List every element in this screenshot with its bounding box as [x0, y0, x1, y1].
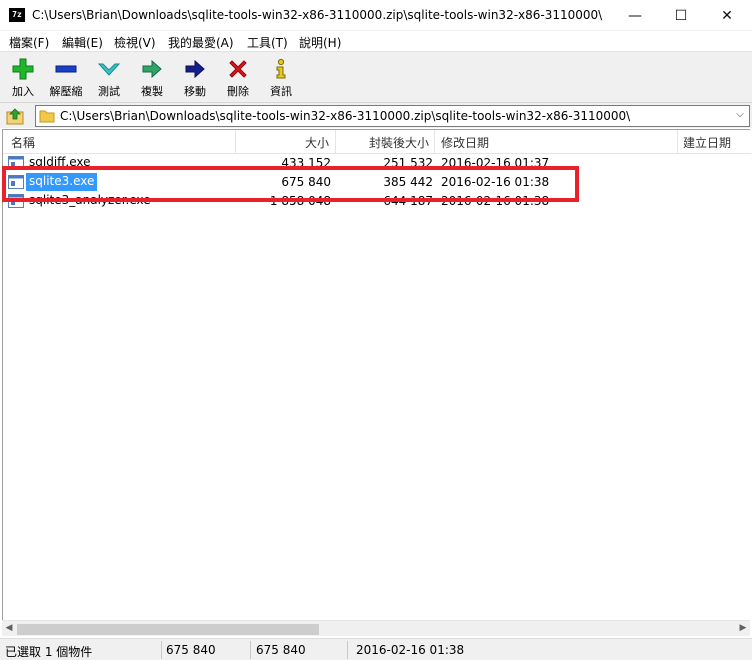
minimize-button[interactable]: — — [612, 0, 658, 31]
scroll-right-icon[interactable]: ▶ — [737, 623, 749, 635]
extract-button[interactable]: 解壓縮 — [46, 57, 86, 101]
scroll-left-icon[interactable]: ◀ — [3, 623, 15, 635]
file-size: 1 858 048 — [269, 194, 331, 208]
status-modified: 2016-02-16 01:38 — [356, 643, 465, 657]
extract-label: 解壓縮 — [49, 85, 83, 98]
file-row-sqlite3[interactable]: sqlite3.exe 675 840 385 442 2016-02-16 0… — [3, 172, 751, 192]
window-title: C:\Users\Brian\Downloads\sqlite-tools-wi… — [32, 8, 603, 22]
column-modified[interactable]: 修改日期 — [441, 134, 489, 151]
file-name: sqlite3.exe — [26, 173, 98, 191]
status-divider — [347, 641, 348, 659]
file-packed-size: 251 532 — [383, 156, 433, 170]
exe-file-icon — [8, 175, 24, 189]
menu-favorites[interactable]: 我的最愛(A) — [168, 34, 234, 51]
plus-icon — [12, 58, 34, 80]
path-dropdown-icon[interactable]: ⌵ — [733, 109, 747, 123]
column-divider[interactable] — [677, 130, 678, 154]
status-divider — [161, 641, 162, 659]
column-divider[interactable] — [235, 130, 236, 154]
path-text: C:\Users\Brian\Downloads\sqlite-tools-wi… — [60, 109, 631, 123]
file-name: sqlite3_analyzer.exe — [29, 193, 151, 207]
file-packed-size: 385 442 — [383, 175, 433, 189]
column-name[interactable]: 名稱 — [11, 134, 35, 151]
copy-label: 複製 — [141, 85, 163, 98]
status-divider — [250, 641, 251, 659]
status-selection: 已選取 1 個物件 — [5, 645, 93, 659]
exe-file-icon — [8, 156, 24, 170]
menu-file[interactable]: 檔案(F) — [9, 34, 49, 51]
scrollbar-thumb[interactable] — [17, 624, 319, 635]
toolbar: 加入 解壓縮 測試 複製 移動 刪除 資訊 — [0, 51, 752, 103]
menu-edit[interactable]: 編輯(E) — [62, 34, 103, 51]
test-label: 測試 — [98, 85, 120, 98]
file-list[interactable]: 名稱 大小 封裝後大小 修改日期 建立日期 sqldiff.exe 433 15… — [2, 129, 751, 636]
file-row-sqldiff[interactable]: sqldiff.exe 433 152 251 532 2016-02-16 0… — [3, 153, 751, 173]
move-label: 移動 — [184, 85, 206, 98]
folder-icon — [39, 110, 55, 123]
column-divider[interactable] — [335, 130, 336, 154]
file-row-sqlite3-analyzer[interactable]: sqlite3_analyzer.exe 1 858 048 644 187 2… — [3, 191, 751, 211]
status-bar: 已選取 1 個物件 675 840 675 840 2016-02-16 01:… — [0, 638, 752, 660]
maximize-button[interactable]: ☐ — [658, 0, 704, 31]
column-created[interactable]: 建立日期 — [683, 134, 731, 151]
file-name: sqldiff.exe — [29, 155, 91, 169]
exe-file-icon — [8, 194, 24, 208]
move-button[interactable]: 移動 — [175, 57, 215, 101]
close-button[interactable]: ✕ — [704, 0, 750, 31]
title-bar: 7z C:\Users\Brian\Downloads\sqlite-tools… — [0, 0, 752, 31]
horizontal-scrollbar[interactable]: ◀ ▶ — [2, 620, 750, 636]
menu-help[interactable]: 說明(H) — [299, 34, 341, 51]
delete-button[interactable]: 刪除 — [218, 57, 258, 101]
add-button[interactable]: 加入 — [3, 57, 43, 101]
file-modified: 2016-02-16 01:38 — [441, 175, 550, 189]
copy-button[interactable]: 複製 — [132, 57, 172, 101]
address-bar: C:\Users\Brian\Downloads\sqlite-tools-wi… — [0, 103, 752, 128]
column-packed-size[interactable]: 封裝後大小 — [369, 134, 429, 151]
status-size: 675 840 — [166, 643, 216, 657]
file-modified: 2016-02-16 01:38 — [441, 194, 550, 208]
add-label: 加入 — [12, 85, 34, 98]
column-size[interactable]: 大小 — [305, 134, 329, 151]
info-icon — [276, 58, 286, 79]
file-size: 433 152 — [281, 156, 331, 170]
menu-bar: 檔案(F) 編輯(E) 檢視(V) 我的最愛(A) 工具(T) 說明(H) — [0, 31, 752, 51]
delete-x-icon — [229, 60, 247, 78]
file-packed-size: 644 187 — [383, 194, 433, 208]
info-button[interactable]: 資訊 — [261, 57, 301, 101]
path-input[interactable]: C:\Users\Brian\Downloads\sqlite-tools-wi… — [35, 105, 750, 127]
minus-icon — [55, 65, 77, 73]
column-divider[interactable] — [434, 130, 435, 154]
check-icon — [97, 63, 121, 76]
menu-view[interactable]: 檢視(V) — [114, 34, 156, 51]
info-label: 資訊 — [270, 85, 292, 98]
test-button[interactable]: 測試 — [89, 57, 129, 101]
file-modified: 2016-02-16 01:37 — [441, 156, 550, 170]
up-folder-icon[interactable] — [6, 107, 24, 125]
status-packed-size: 675 840 — [256, 643, 306, 657]
column-header: 名稱 大小 封裝後大小 修改日期 建立日期 — [3, 130, 751, 154]
delete-label: 刪除 — [227, 85, 249, 98]
file-size: 675 840 — [281, 175, 331, 189]
move-arrow-icon — [185, 59, 205, 79]
copy-arrow-icon — [142, 59, 162, 79]
menu-tools[interactable]: 工具(T) — [247, 34, 288, 51]
7zip-app-icon[interactable]: 7z — [9, 8, 25, 22]
